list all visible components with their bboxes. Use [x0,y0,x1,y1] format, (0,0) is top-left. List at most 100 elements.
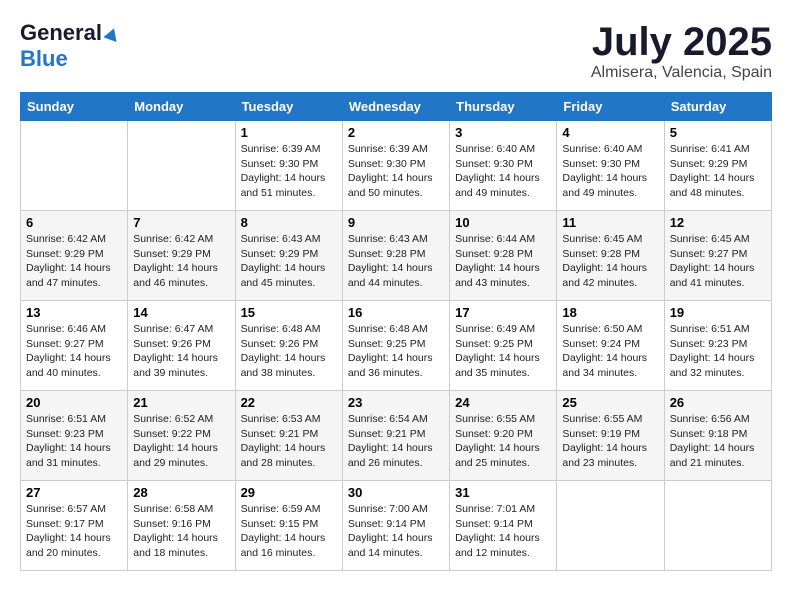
table-row: 30Sunrise: 7:00 AMSunset: 9:14 PMDayligh… [342,481,449,571]
day-info: Sunrise: 6:46 AMSunset: 9:27 PMDaylight:… [26,322,122,381]
table-row: 10 Sunrise: 6:44 AMSunset: 9:28 PMDayligh… [450,211,557,301]
day-number: 22 [241,395,337,410]
day-number: 28 [133,485,229,500]
day-info: Sunrise: 6:50 AMSunset: 9:24 PMDaylight:… [562,322,658,381]
table-row: 4 Sunrise: 6:40 AMSunset: 9:30 PMDaylight… [557,121,664,211]
day-info: Sunrise: 6:45 AMSunset: 9:28 PMDaylight:… [562,232,658,291]
day-info: Sunrise: 6:45 AMSunset: 9:27 PMDaylight:… [670,232,766,291]
col-thursday: Thursday [450,93,557,121]
day-number: 4 [562,125,658,140]
day-number: 6 [26,215,122,230]
col-tuesday: Tuesday [235,93,342,121]
table-row: 13 Sunrise: 6:46 AMSunset: 9:27 PMDayligh… [21,301,128,391]
day-info: Sunrise: 6:56 AMSunset: 9:18 PMDaylight:… [670,412,766,471]
day-info: Sunrise: 6:39 AMSunset: 9:30 PMDaylight:… [348,142,444,201]
title-area: July 2025 Almisera, Valencia, Spain [591,20,772,82]
day-info: Sunrise: 6:55 AMSunset: 9:20 PMDaylight:… [455,412,551,471]
calendar-week-row: 20 Sunrise: 6:51 AMSunset: 9:23 PMDayligh… [21,391,772,481]
table-row: 24 Sunrise: 6:55 AMSunset: 9:20 PMDayligh… [450,391,557,481]
day-number: 5 [670,125,766,140]
day-info: Sunrise: 6:48 AMSunset: 9:25 PMDaylight:… [348,322,444,381]
table-row: 12 Sunrise: 6:45 AMSunset: 9:27 PMDayligh… [664,211,771,301]
table-row [664,481,771,571]
table-row: 5 Sunrise: 6:41 AMSunset: 9:29 PMDaylight… [664,121,771,211]
table-row: 15 Sunrise: 6:48 AMSunset: 9:26 PMDayligh… [235,301,342,391]
day-info: Sunrise: 6:47 AMSunset: 9:26 PMDaylight:… [133,322,229,381]
col-friday: Friday [557,93,664,121]
day-info: Sunrise: 6:51 AMSunset: 9:23 PMDaylight:… [26,412,122,471]
col-saturday: Saturday [664,93,771,121]
day-number: 15 [241,305,337,320]
day-number: 24 [455,395,551,410]
table-row: 14Sunrise: 6:47 AMSunset: 9:26 PMDayligh… [128,301,235,391]
day-info: Sunrise: 6:44 AMSunset: 9:28 PMDaylight:… [455,232,551,291]
day-number: 3 [455,125,551,140]
day-info: Sunrise: 6:40 AMSunset: 9:30 PMDaylight:… [562,142,658,201]
day-number: 19 [670,305,766,320]
day-info: Sunrise: 6:40 AMSunset: 9:30 PMDaylight:… [455,142,551,201]
day-number: 29 [241,485,337,500]
calendar-table: Sunday Monday Tuesday Wednesday Thursday… [20,92,772,571]
table-row: 22 Sunrise: 6:53 AMSunset: 9:21 PMDayligh… [235,391,342,481]
table-row: 2Sunrise: 6:39 AMSunset: 9:30 PMDaylight… [342,121,449,211]
day-number: 11 [562,215,658,230]
day-info: Sunrise: 6:59 AMSunset: 9:15 PMDaylight:… [241,502,337,561]
day-info: Sunrise: 6:48 AMSunset: 9:26 PMDaylight:… [241,322,337,381]
day-number: 9 [348,215,444,230]
day-info: Sunrise: 6:54 AMSunset: 9:21 PMDaylight:… [348,412,444,471]
day-info: Sunrise: 6:53 AMSunset: 9:21 PMDaylight:… [241,412,337,471]
day-number: 7 [133,215,229,230]
table-row: 8 Sunrise: 6:43 AMSunset: 9:29 PMDaylight… [235,211,342,301]
day-info: Sunrise: 6:58 AMSunset: 9:16 PMDaylight:… [133,502,229,561]
calendar-week-row: 13 Sunrise: 6:46 AMSunset: 9:27 PMDayligh… [21,301,772,391]
day-info: Sunrise: 6:39 AMSunset: 9:30 PMDaylight:… [241,142,337,201]
day-number: 12 [670,215,766,230]
calendar-week-row: 6 Sunrise: 6:42 AMSunset: 9:29 PMDaylight… [21,211,772,301]
col-wednesday: Wednesday [342,93,449,121]
day-info: Sunrise: 6:42 AMSunset: 9:29 PMDaylight:… [133,232,229,291]
day-info: Sunrise: 6:55 AMSunset: 9:19 PMDaylight:… [562,412,658,471]
calendar-week-row: 1Sunrise: 6:39 AMSunset: 9:30 PMDaylight… [21,121,772,211]
day-number: 23 [348,395,444,410]
table-row: 6Sunrise: 6:42 AMSunset: 9:29 PMDaylight… [21,211,128,301]
day-number: 13 [26,305,122,320]
calendar-header-row: Sunday Monday Tuesday Wednesday Thursday… [21,93,772,121]
day-number: 20 [26,395,122,410]
table-row: 18 Sunrise: 6:50 AMSunset: 9:24 PMDayligh… [557,301,664,391]
day-number: 10 [455,215,551,230]
table-row: 3 Sunrise: 6:40 AMSunset: 9:30 PMDaylight… [450,121,557,211]
table-row: 20 Sunrise: 6:51 AMSunset: 9:23 PMDayligh… [21,391,128,481]
day-number: 26 [670,395,766,410]
table-row: 29 Sunrise: 6:59 AMSunset: 9:15 PMDayligh… [235,481,342,571]
page-header: General Blue July 2025 Almisera, Valenci… [20,20,772,82]
table-row: 19 Sunrise: 6:51 AMSunset: 9:23 PMDayligh… [664,301,771,391]
day-number: 16 [348,305,444,320]
table-row: 16 Sunrise: 6:48 AMSunset: 9:25 PMDayligh… [342,301,449,391]
day-number: 27 [26,485,122,500]
table-row: 11 Sunrise: 6:45 AMSunset: 9:28 PMDayligh… [557,211,664,301]
table-row: 1Sunrise: 6:39 AMSunset: 9:30 PMDaylight… [235,121,342,211]
table-row: 31Sunrise: 7:01 AMSunset: 9:14 PMDayligh… [450,481,557,571]
table-row [21,121,128,211]
day-number: 17 [455,305,551,320]
table-row: 25Sunrise: 6:55 AMSunset: 9:19 PMDayligh… [557,391,664,481]
col-monday: Monday [128,93,235,121]
col-sunday: Sunday [21,93,128,121]
day-number: 18 [562,305,658,320]
day-number: 30 [348,485,444,500]
table-row: 17Sunrise: 6:49 AMSunset: 9:25 PMDayligh… [450,301,557,391]
table-row [557,481,664,571]
table-row: 23 Sunrise: 6:54 AMSunset: 9:21 PMDayligh… [342,391,449,481]
day-info: Sunrise: 6:43 AMSunset: 9:29 PMDaylight:… [241,232,337,291]
table-row: 21 Sunrise: 6:52 AMSunset: 9:22 PMDayligh… [128,391,235,481]
day-number: 21 [133,395,229,410]
logo-blue: Blue [20,46,119,72]
table-row [128,121,235,211]
day-info: Sunrise: 6:51 AMSunset: 9:23 PMDaylight:… [670,322,766,381]
day-number: 8 [241,215,337,230]
day-info: Sunrise: 6:41 AMSunset: 9:29 PMDaylight:… [670,142,766,201]
day-info: Sunrise: 6:57 AMSunset: 9:17 PMDaylight:… [26,502,122,561]
day-info: Sunrise: 6:52 AMSunset: 9:22 PMDaylight:… [133,412,229,471]
table-row: 9Sunrise: 6:43 AMSunset: 9:28 PMDaylight… [342,211,449,301]
month-title: July 2025 [591,20,772,64]
